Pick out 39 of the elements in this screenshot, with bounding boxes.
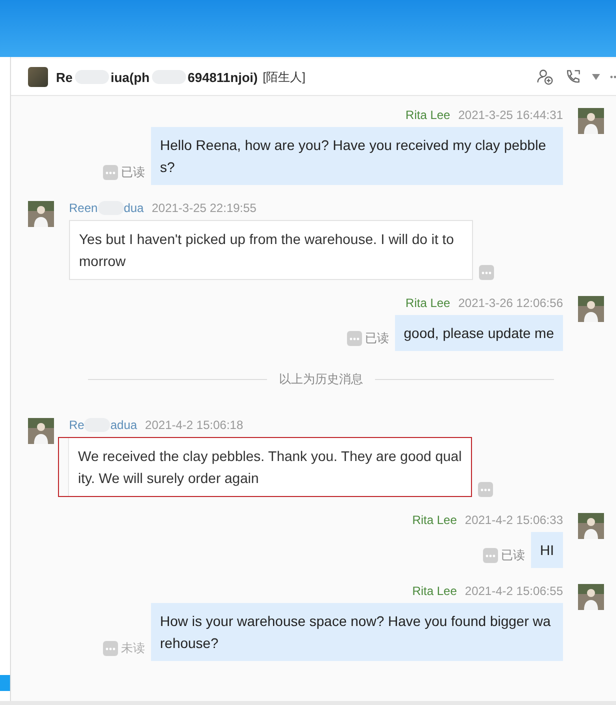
read-status: 未读 <box>121 640 145 657</box>
contact-name: 694811njoi) <box>188 70 258 84</box>
avatar[interactable] <box>28 201 54 227</box>
sender-name: Rita Lee <box>406 296 450 310</box>
contact-name: iua(ph <box>110 70 150 84</box>
timestamp: 2021-4-2 15:06:55 <box>464 584 563 598</box>
sender-name: Rita Lee <box>406 108 450 122</box>
sender-name: Reen <box>69 201 98 215</box>
avatar[interactable] <box>578 108 604 134</box>
sender-name: adua <box>110 418 138 432</box>
message-bubble: good, please update me <box>394 315 563 351</box>
message-bubble: How is your warehouse space now? Have you found bigger warehouse? <box>151 603 563 661</box>
avatar[interactable] <box>578 513 604 539</box>
sender-name: dua <box>124 201 144 215</box>
timestamp: 2021-4-2 15:06:33 <box>464 513 563 527</box>
add-contact-icon[interactable] <box>536 68 554 86</box>
sender-name: Rita Lee <box>412 513 457 527</box>
history-label: 以上为历史消息 <box>279 371 363 388</box>
avatar[interactable] <box>578 296 604 322</box>
read-status: 已读 <box>121 164 145 181</box>
message-bubble: Yes but I haven't picked up from the warehouse. I will do it tomorrow <box>69 220 473 280</box>
mobile-contact-icon <box>28 67 48 87</box>
timestamp: 2021-4-2 15:06:18 <box>145 418 244 432</box>
message-bubble: We received the clay pebbles. Thank you. They are good quality. We will surely order again <box>68 438 471 496</box>
avatar[interactable] <box>28 418 54 444</box>
message-bubble: Hello Reena, how are you? Have you received my clay pebbles? <box>151 127 563 185</box>
contact-tag: [陌生人] <box>262 68 306 86</box>
sender-name: Re <box>69 418 84 432</box>
timestamp: 2021-3-26 12:06:56 <box>458 296 563 310</box>
scroll-indicator <box>0 675 10 691</box>
sender-name: Rita Lee <box>412 584 457 598</box>
message-bubble: HI <box>531 532 563 568</box>
read-status: 已读 <box>501 547 525 564</box>
timestamp: 2021-3-25 16:44:31 <box>458 108 563 122</box>
read-status: 已读 <box>364 330 389 347</box>
timestamp: 2021-3-25 22:19:55 <box>152 201 256 215</box>
contact-name: Re <box>56 70 73 84</box>
caret-icon[interactable] <box>592 74 600 80</box>
avatar[interactable] <box>578 584 604 610</box>
